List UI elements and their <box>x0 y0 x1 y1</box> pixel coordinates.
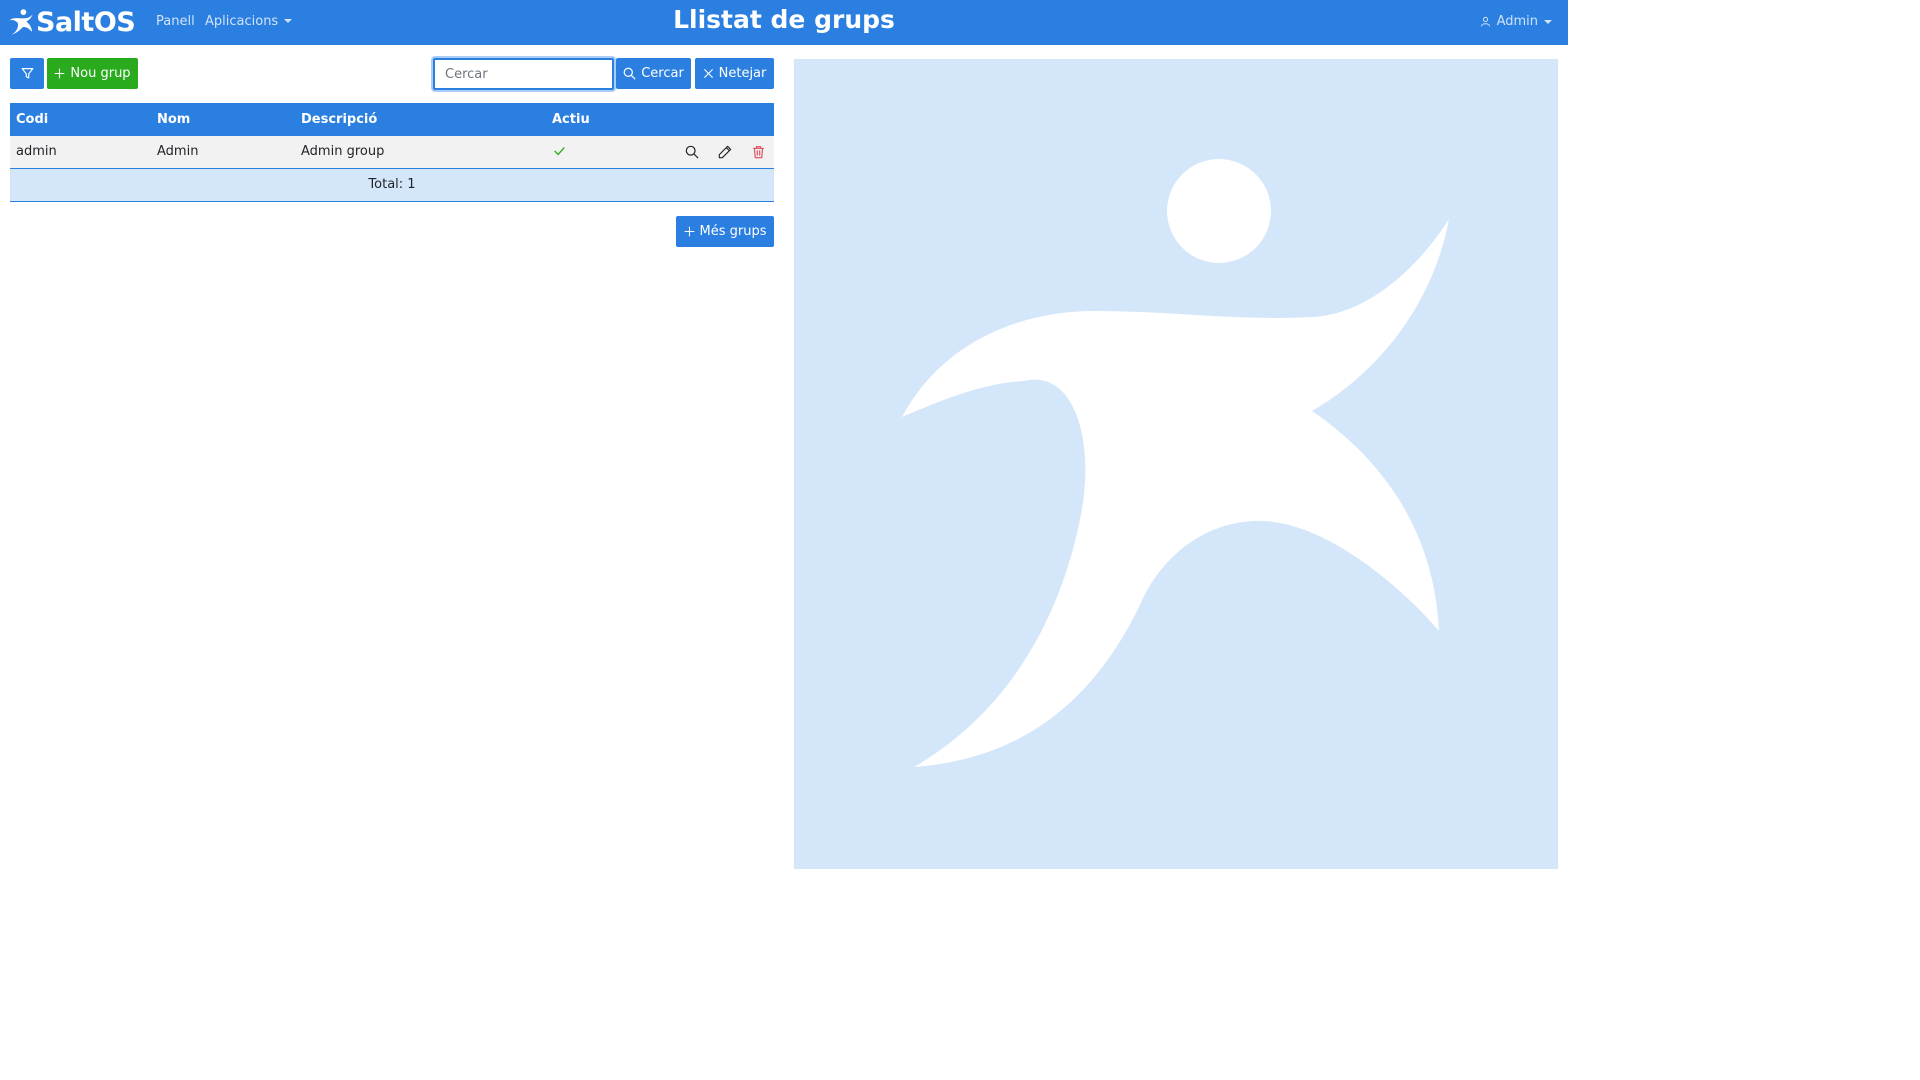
plus-icon <box>684 226 694 237</box>
table-footer-total: Total: 1 <box>10 169 774 202</box>
check-icon <box>554 147 565 156</box>
plus-icon <box>55 68 65 79</box>
search-icon <box>623 67 636 80</box>
delete-button[interactable] <box>749 143 767 161</box>
filter-button[interactable] <box>10 58 44 89</box>
saltos-figure-icon <box>902 159 1449 767</box>
more-groups-label: Més grups <box>699 224 767 239</box>
edit-button[interactable] <box>716 143 734 161</box>
column-header-nom[interactable]: Nom <box>157 112 190 127</box>
search-button-label: Cercar <box>641 66 684 81</box>
table-header: Codi Nom Descripció Actiu <box>10 103 774 136</box>
search-icon <box>685 145 699 159</box>
nav-link-aplicacions[interactable]: Aplicacions <box>205 14 293 29</box>
user-icon <box>1480 16 1490 27</box>
clear-button-label: Netejar <box>718 66 767 81</box>
brand-name: SaltOS <box>36 6 136 38</box>
view-button[interactable] <box>683 143 701 161</box>
column-header-actiu[interactable]: Actiu <box>552 112 590 127</box>
nav-link-panell[interactable]: Panell <box>156 14 195 29</box>
chevron-down-icon <box>284 19 293 23</box>
close-icon <box>703 68 713 79</box>
column-header-codi[interactable]: Codi <box>16 112 48 127</box>
brand-logo[interactable]: SaltOS <box>9 6 136 38</box>
cell-code: admin <box>16 144 57 159</box>
pencil-icon <box>718 145 732 159</box>
new-group-label: Nou grup <box>70 66 131 81</box>
search-input[interactable] <box>433 58 614 90</box>
logo-panel <box>794 59 1558 869</box>
search-button[interactable]: Cercar <box>616 58 691 89</box>
new-group-button[interactable]: Nou grup <box>47 58 138 89</box>
user-menu[interactable]: Admin <box>1480 14 1552 29</box>
funnel-icon <box>21 68 33 79</box>
saltos-figure-icon <box>9 9 33 35</box>
trash-icon <box>752 146 764 159</box>
top-navbar: SaltOS Panell Aplicacions Llistat de gru… <box>0 0 1568 45</box>
column-header-descripcio[interactable]: Descripció <box>301 112 377 127</box>
groups-table: Codi Nom Descripció Actiu admin Admin Ad… <box>10 103 774 202</box>
table-row[interactable]: admin Admin Admin group <box>10 136 774 169</box>
more-groups-button[interactable]: Més grups <box>676 216 774 247</box>
cell-name: Admin <box>157 144 199 159</box>
cell-description: Admin group <box>301 144 385 159</box>
clear-button[interactable]: Netejar <box>695 58 774 89</box>
nav-link-aplicacions-label: Aplicacions <box>205 14 279 29</box>
chevron-down-icon <box>1544 19 1552 24</box>
user-name: Admin <box>1496 14 1538 29</box>
